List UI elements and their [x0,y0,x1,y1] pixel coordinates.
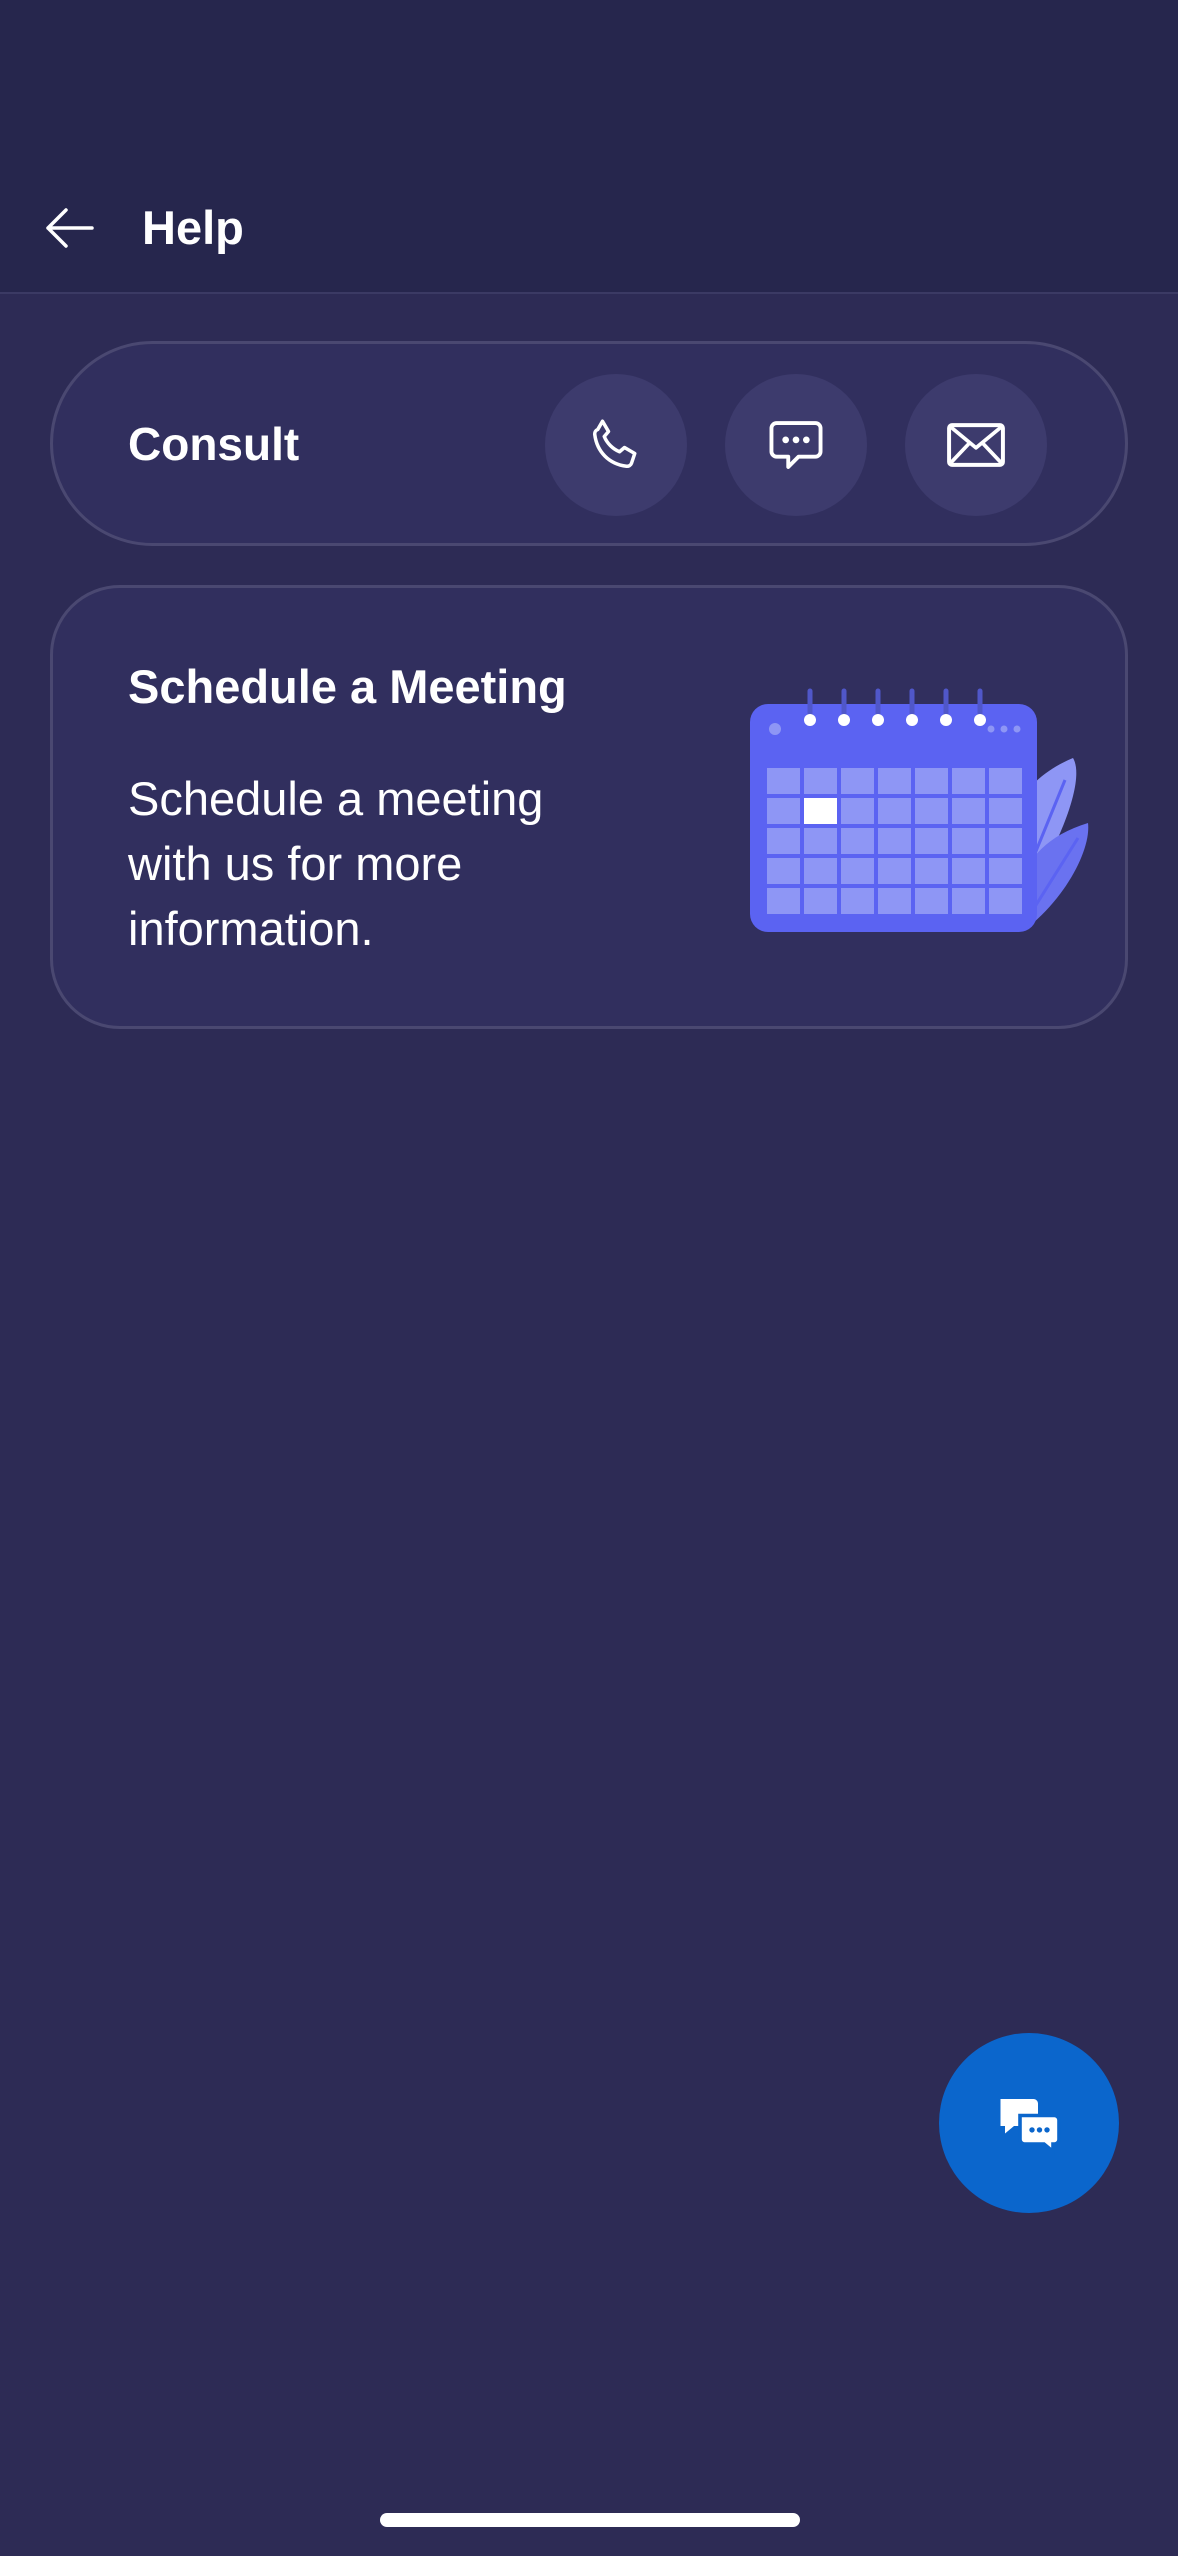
phone-icon [592,419,637,469]
mail-icon [947,423,1005,467]
live-chat-fab[interactable] [939,2033,1119,2213]
call-button[interactable] [545,374,687,516]
chat-bubbles-icon [1000,2099,1061,2156]
calendar-illustration [750,688,1089,932]
back-button[interactable] [40,198,100,258]
chat-bubble-icon [769,421,823,469]
email-button[interactable] [905,374,1047,516]
meeting-description: Schedule a meeting with us for more info… [128,772,544,955]
schedule-meeting-card[interactable]: Schedule a Meeting Schedule a meeting wi… [50,585,1128,1029]
chat-button[interactable] [725,374,867,516]
app-header: Help [0,0,1178,294]
home-indicator[interactable] [380,2513,800,2527]
page-title: Help [142,201,244,254]
arrow-left-icon [46,208,94,248]
consult-label: Consult [128,418,300,470]
consult-card: Consult [50,341,1128,546]
meeting-title: Schedule a Meeting [128,660,567,713]
